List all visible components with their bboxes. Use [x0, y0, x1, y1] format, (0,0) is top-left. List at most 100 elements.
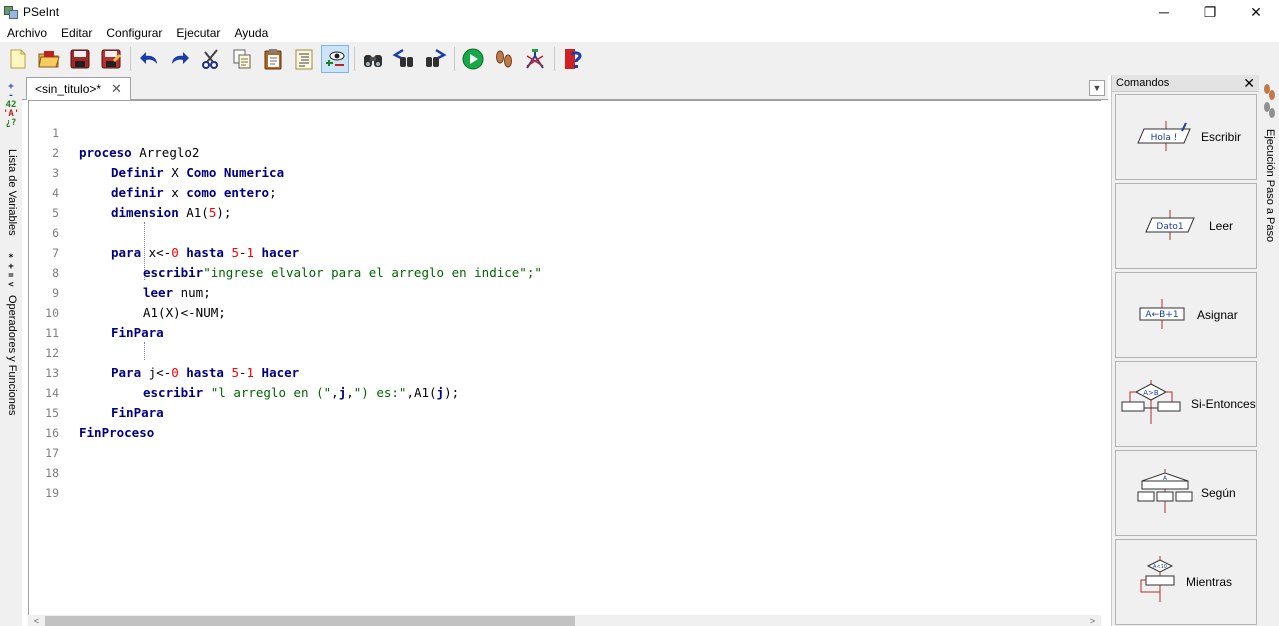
command-label: Escribir: [1201, 130, 1242, 144]
menu-archivo[interactable]: Archivo: [0, 24, 54, 42]
code-line: 5: [29, 183, 1101, 220]
step-by-step-label[interactable]: Ejecución Paso a Paso: [1264, 129, 1276, 242]
toolbar-separator: [354, 46, 355, 71]
input-glyph-text: Dato1: [1156, 222, 1183, 232]
pseint-app-icon: [3, 4, 19, 20]
command-asignar-button[interactable]: A←B+1 Asignar: [1115, 272, 1257, 358]
menu-configurar[interactable]: Configurar: [99, 24, 169, 42]
code-line: 15 FinProceso: [29, 383, 1101, 440]
code-line: 19: [29, 463, 1101, 500]
maximize-button[interactable]: ❐: [1187, 0, 1233, 24]
command-label: Mientras: [1186, 575, 1233, 589]
tab-title: <sin_titulo>*: [35, 82, 102, 96]
open-folder-icon[interactable]: [35, 45, 63, 73]
toolbar-separator: [554, 46, 555, 71]
menu-ejecutar[interactable]: Ejecutar: [169, 24, 227, 42]
command-segun-button[interactable]: A Según: [1115, 450, 1257, 536]
code-line: 1 proceso Arreglo2: [29, 103, 1101, 160]
if-glyph-text: A>B: [1143, 389, 1159, 397]
new-file-icon[interactable]: [4, 45, 32, 73]
variables-view-icon[interactable]: [321, 44, 349, 73]
commands-panel: Comandos ✕ Hola ! Escribir Dato1 Leer A←…: [1111, 75, 1260, 626]
code-line: 10 FinPara: [29, 283, 1101, 340]
code-line: 2 Definir X Como Numerica: [29, 123, 1101, 180]
command-label: Si-Entonces: [1191, 397, 1256, 411]
command-si-entonces-button[interactable]: A>B Si-Entonces: [1115, 361, 1257, 447]
scroll-left-icon[interactable]: <: [28, 615, 45, 626]
code-line: 8 leer num;: [29, 243, 1101, 300]
variables-list-label: Lista de Variables: [6, 149, 18, 236]
command-leer-button[interactable]: Dato1 Leer: [1115, 183, 1257, 269]
close-button[interactable]: ✕: [1233, 0, 1279, 24]
commands-list: Hola ! Escribir Dato1 Leer A←B+1 Asignar: [1115, 94, 1257, 626]
editor-tab-bar: <sin_titulo>* ✕ ▼: [22, 75, 1108, 100]
window-controls: ─ ❐ ✕: [1141, 0, 1279, 24]
format-icon[interactable]: [290, 45, 318, 73]
code-line: 13 escribir "l arreglo en (",j,") es:",A…: [29, 343, 1101, 400]
menu-ayuda[interactable]: Ayuda: [227, 24, 275, 42]
while-glyph-text: A<10: [1153, 564, 1167, 570]
save-icon[interactable]: [66, 45, 94, 73]
find-prev-icon[interactable]: [390, 45, 418, 73]
scroll-right-icon[interactable]: >: [1084, 615, 1101, 626]
variables-list-tab[interactable]: + -42 'A' ¿? Lista de Variables: [0, 79, 22, 239]
footsteps-icon[interactable]: [1261, 81, 1277, 119]
if-then-diamond-icon: A>B: [1121, 380, 1181, 424]
tab-close-icon[interactable]: ✕: [111, 81, 122, 97]
code-line: 6 para x<-0 hasta 5-1 hacer: [29, 203, 1101, 260]
line-number: 19: [45, 486, 59, 500]
help-icon[interactable]: [559, 45, 587, 73]
redo-icon[interactable]: [166, 45, 194, 73]
code-line: 12 Para j<-0 hasta 5-1 Hacer: [29, 323, 1101, 380]
output-parallelogram-icon: Hola !: [1137, 121, 1191, 151]
search-icon[interactable]: [359, 45, 387, 73]
code-line: 16: [29, 403, 1101, 440]
operators-functions-tab[interactable]: * + = < Operadores y Funciones: [0, 250, 22, 420]
switch-case-icon: A: [1137, 469, 1193, 513]
commands-close-icon[interactable]: ✕: [1243, 75, 1255, 91]
minimize-button[interactable]: ─: [1141, 0, 1187, 24]
toolbar-separator: [454, 46, 455, 71]
right-panel-strip: Ejecución Paso a Paso: [1259, 75, 1279, 626]
code-line: 18: [29, 443, 1101, 480]
input-parallelogram-icon: Dato1: [1145, 210, 1195, 240]
menu-editar[interactable]: Editar: [54, 24, 99, 42]
code-line: 4 dimension A1(5);: [29, 163, 1101, 220]
window-title: PSeInt: [23, 5, 60, 19]
commands-title: Comandos: [1116, 77, 1170, 89]
variables-glyph-icon: + -42 'A' ¿?: [3, 82, 20, 128]
commands-header: Comandos ✕: [1112, 75, 1260, 92]
run-icon[interactable]: [459, 45, 487, 73]
undo-icon[interactable]: [135, 45, 163, 73]
code-line: 9 A1(X)<-NUM;: [29, 263, 1101, 320]
copy-icon[interactable]: [228, 45, 256, 73]
cut-icon[interactable]: [197, 45, 225, 73]
chevron-down-icon[interactable]: ▼: [1089, 80, 1105, 96]
scrollbar-thumb[interactable]: [45, 616, 575, 626]
tab-sin-titulo[interactable]: <sin_titulo>* ✕: [26, 77, 131, 100]
code-editor[interactable]: 1 proceso Arreglo2 2 Definir X Como Nume…: [28, 100, 1101, 615]
code-line: 3 definir x como entero;: [29, 143, 1101, 200]
command-escribir-button[interactable]: Hola ! Escribir: [1115, 94, 1257, 180]
code-line: 17: [29, 423, 1101, 460]
command-label: Asignar: [1197, 308, 1238, 322]
find-next-icon[interactable]: [421, 45, 449, 73]
assign-box-icon: A←B+1: [1139, 299, 1185, 329]
command-label: Según: [1201, 486, 1236, 500]
operators-glyph-icon: * + = <: [8, 253, 14, 290]
operators-functions-label: Operadores y Funciones: [6, 295, 18, 416]
toolbar: [0, 42, 1279, 75]
flowchart-icon[interactable]: [521, 45, 549, 73]
step-by-step-icon[interactable]: [490, 45, 518, 73]
command-mientras-button[interactable]: A<10 Mientras: [1115, 539, 1257, 625]
paste-icon[interactable]: [259, 45, 287, 73]
while-loop-icon: A<10: [1140, 556, 1175, 602]
code-line: 7 escribir"ingrese elvalor para el arreg…: [29, 223, 1101, 280]
toolbar-separator: [130, 46, 131, 71]
output-glyph-text: Hola !: [1151, 133, 1178, 143]
horizontal-scrollbar[interactable]: < >: [28, 615, 1101, 626]
code-line: 14 FinPara: [29, 363, 1101, 420]
command-label: Leer: [1209, 219, 1234, 233]
save-as-icon[interactable]: [97, 45, 125, 73]
title-bar: PSeInt ─ ❐ ✕: [0, 0, 1279, 24]
